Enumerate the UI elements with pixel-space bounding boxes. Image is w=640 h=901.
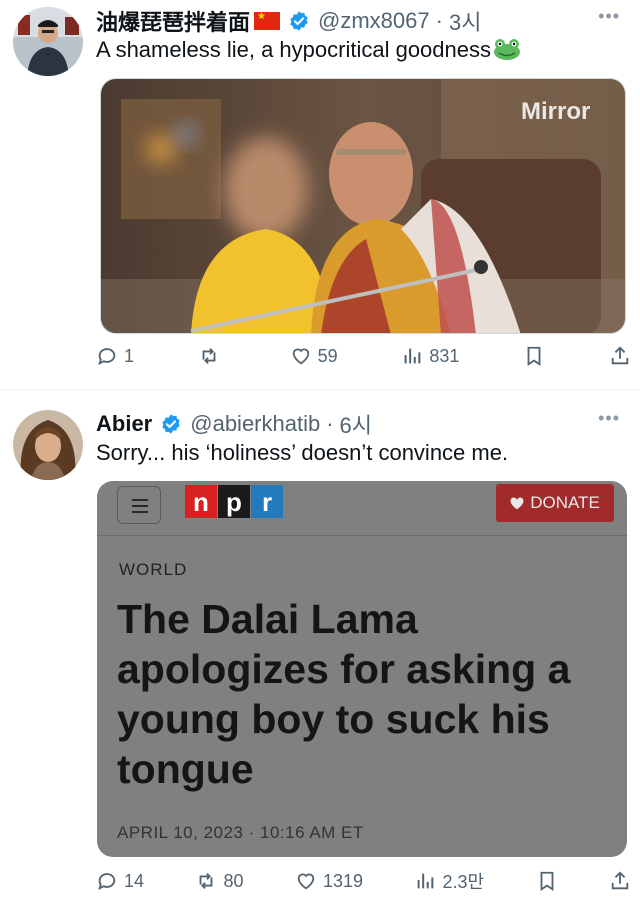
repost-button[interactable] bbox=[198, 345, 226, 367]
donate-button[interactable]: DONATE bbox=[496, 484, 614, 522]
handle[interactable]: @abierkhatib bbox=[190, 411, 320, 437]
video-still-image: Mirror bbox=[101, 79, 625, 333]
tweet-text-content: A shameless lie, a hypocritical goodness bbox=[96, 37, 491, 62]
reply-icon bbox=[98, 873, 116, 891]
views-icon bbox=[418, 873, 434, 889]
reply-icon bbox=[98, 348, 116, 366]
share-button[interactable] bbox=[609, 345, 631, 367]
separator-dot: · bbox=[435, 8, 443, 33]
section-label: WORLD bbox=[119, 560, 188, 579]
tweet-header: Abier @abierkhatib · 6시 bbox=[96, 408, 372, 440]
tweet-actions: 1 59 831 bbox=[96, 345, 631, 367]
bookmark-icon bbox=[540, 871, 553, 891]
hamburger-menu-icon[interactable] bbox=[117, 486, 161, 524]
tweet-text: Sorry... his ‘holiness’ doesn’t convince… bbox=[96, 440, 509, 465]
article-date: APRIL 10, 2023 · 10:16 AM ET bbox=[117, 823, 364, 842]
like-count: 1319 bbox=[322, 870, 364, 891]
npr-logo-letter-r: r bbox=[251, 485, 283, 518]
tweet-header: 油爆琵琶拌着面 @zmx8067 · 3시 bbox=[96, 5, 481, 37]
repost-icon bbox=[202, 348, 216, 364]
donate-label: DONATE bbox=[530, 493, 600, 512]
china-flag-icon bbox=[254, 11, 281, 30]
display-name[interactable]: Abier bbox=[96, 411, 152, 437]
bookmark-button[interactable] bbox=[523, 345, 545, 367]
npr-logo[interactable]: n p r bbox=[185, 485, 284, 518]
link-card[interactable]: n p r DONATE WORLD The Dalai Lama apolog… bbox=[97, 481, 627, 857]
verified-badge-icon bbox=[162, 414, 180, 434]
reply-button[interactable]: 1 bbox=[96, 345, 134, 367]
tweet-actions: 14 80 1319 2.3만 bbox=[96, 868, 631, 894]
views-button[interactable]: 831 bbox=[401, 345, 459, 367]
share-button[interactable] bbox=[609, 870, 631, 892]
handle[interactable]: @zmx8067 bbox=[318, 8, 430, 34]
repost-icon bbox=[200, 873, 213, 889]
tweet-image[interactable]: Mirror bbox=[100, 78, 626, 334]
reply-count: 1 bbox=[124, 345, 135, 366]
mirror-watermark: Mirror bbox=[521, 98, 590, 125]
more-options-icon[interactable]: ••• bbox=[598, 408, 620, 429]
like-button[interactable]: 1319 bbox=[295, 870, 363, 892]
tweet-text: A shameless lie, a hypocritical goodness bbox=[96, 37, 521, 63]
views-count: 831 bbox=[429, 345, 460, 366]
heart-icon bbox=[292, 348, 309, 365]
article-headline: The Dalai Lama apologizes for asking a y… bbox=[117, 596, 571, 792]
heart-icon bbox=[510, 496, 524, 509]
separator-dot: · bbox=[326, 411, 334, 436]
timestamp[interactable]: 6시 bbox=[340, 408, 372, 440]
avatar[interactable] bbox=[13, 7, 83, 77]
more-options-icon[interactable]: ••• bbox=[598, 6, 620, 27]
timestamp[interactable]: 3시 bbox=[449, 5, 481, 37]
verified-badge-icon bbox=[290, 11, 308, 31]
npr-logo-letter-p: p bbox=[218, 485, 250, 518]
views-button[interactable]: 2.3만 bbox=[414, 868, 484, 894]
repost-count: 80 bbox=[223, 870, 244, 891]
bookmark-icon bbox=[527, 346, 541, 366]
like-count: 59 bbox=[317, 345, 338, 366]
share-icon bbox=[611, 346, 629, 365]
heart-icon bbox=[297, 873, 315, 890]
display-name[interactable]: 油爆琵琶拌着面 bbox=[96, 5, 250, 37]
npr-logo-letter-n: n bbox=[185, 485, 217, 518]
avatar[interactable] bbox=[13, 410, 83, 480]
share-icon bbox=[611, 871, 629, 890]
views-count: 2.3만 bbox=[442, 872, 485, 892]
frog-emoji-icon bbox=[494, 39, 520, 60]
views-icon bbox=[404, 348, 421, 364]
npr-header: n p r DONATE bbox=[97, 481, 627, 536]
reply-button[interactable]: 14 bbox=[96, 870, 144, 892]
reply-count: 14 bbox=[124, 870, 145, 891]
repost-button[interactable]: 80 bbox=[195, 870, 244, 892]
bookmark-button[interactable] bbox=[536, 870, 558, 892]
like-button[interactable]: 59 bbox=[290, 345, 338, 367]
